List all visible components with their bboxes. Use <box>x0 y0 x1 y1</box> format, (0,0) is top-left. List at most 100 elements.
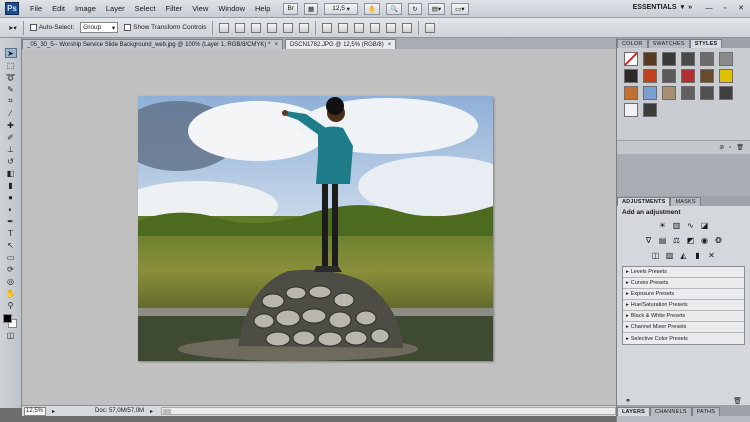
clip-icon[interactable]: ⚭ <box>625 397 631 405</box>
arrange-documents-icon[interactable]: ▤▾ <box>427 2 446 15</box>
menu-select[interactable]: Select <box>130 4 161 13</box>
preset-channel-mixer[interactable]: ▸ Channel Mixer Presets <box>623 322 744 333</box>
type-tool-icon[interactable]: T <box>5 228 17 238</box>
distribute-left-icon[interactable] <box>370 22 381 33</box>
style-swatch[interactable] <box>643 86 657 100</box>
align-bottom-icon[interactable] <box>251 22 262 33</box>
new-style-icon[interactable]: ▫ <box>729 145 731 151</box>
menu-help[interactable]: Help <box>250 4 275 13</box>
hue-saturation-icon[interactable]: ▤ <box>658 235 668 245</box>
preset-selective-color[interactable]: ▸ Selective Color Presets <box>623 333 744 344</box>
invert-icon[interactable]: ◫ <box>651 250 661 260</box>
style-swatch[interactable] <box>662 86 676 100</box>
align-hcenter-icon[interactable] <box>283 22 294 33</box>
3d-orbit-tool-icon[interactable]: ◎ <box>5 276 17 286</box>
move-tool-preset-icon[interactable]: ➤▾ <box>8 24 17 32</box>
horizontal-scrollbar[interactable] <box>161 407 616 415</box>
exposure-icon[interactable]: ◪ <box>700 220 710 230</box>
vibrance-icon[interactable]: ∇ <box>644 235 654 245</box>
bridge-icon[interactable]: Br <box>283 2 298 15</box>
menu-image[interactable]: Image <box>70 4 101 13</box>
tab-styles[interactable]: STYLES <box>689 39 723 48</box>
dodge-tool-icon[interactable]: ◐ <box>5 204 17 214</box>
align-right-icon[interactable] <box>299 22 310 33</box>
style-swatch[interactable] <box>700 52 714 66</box>
tab-paths[interactable]: PATHS <box>691 407 721 416</box>
gradient-tool-icon[interactable]: ▮ <box>5 180 17 190</box>
style-swatch[interactable] <box>643 103 657 117</box>
status-arrow-icon[interactable]: ▸ <box>150 408 153 415</box>
black-white-icon[interactable]: ◩ <box>686 235 696 245</box>
minimize-icon[interactable]: — <box>704 3 714 13</box>
hand-tool-icon[interactable]: ✋ <box>5 288 17 298</box>
view-extras-icon[interactable]: ▦ <box>303 2 319 15</box>
menu-layer[interactable]: Layer <box>101 4 130 13</box>
style-none-swatch[interactable] <box>624 52 638 66</box>
align-left-icon[interactable] <box>267 22 278 33</box>
preset-curves[interactable]: ▸ Curves Presets <box>623 278 744 289</box>
style-swatch[interactable] <box>624 69 638 83</box>
style-swatch[interactable] <box>643 69 657 83</box>
style-swatch[interactable] <box>700 69 714 83</box>
zoom-field[interactable]: 12,5% <box>24 406 46 416</box>
align-top-icon[interactable] <box>219 22 230 33</box>
lasso-tool-icon[interactable]: ➰ <box>5 72 17 82</box>
color-balance-icon[interactable]: ⚖ <box>672 235 682 245</box>
style-swatch[interactable] <box>662 52 676 66</box>
scrollbar-thumb[interactable] <box>163 409 172 414</box>
brightness-contrast-icon[interactable]: ☀ <box>658 220 668 230</box>
pen-tool-icon[interactable]: ✒ <box>5 216 17 226</box>
style-swatch[interactable] <box>681 69 695 83</box>
tab-layers[interactable]: LAYERS <box>617 407 651 416</box>
photo-filter-icon[interactable]: ◉ <box>700 235 710 245</box>
style-swatch[interactable] <box>719 69 733 83</box>
canvas-area[interactable] <box>22 49 616 405</box>
clone-stamp-tool-icon[interactable]: ⊥ <box>5 144 17 154</box>
clear-style-icon[interactable]: ⊘ <box>719 144 724 151</box>
preset-hue-saturation[interactable]: ▸ Hue/Saturation Presets <box>623 300 744 311</box>
style-swatch[interactable] <box>624 103 638 117</box>
maximize-icon[interactable]: ▫ <box>720 3 730 13</box>
tab-color[interactable]: COLOR <box>617 39 648 48</box>
menu-view[interactable]: View <box>187 4 213 13</box>
healing-brush-tool-icon[interactable]: ✚ <box>5 120 17 130</box>
style-swatch[interactable] <box>719 52 733 66</box>
preset-black-white[interactable]: ▸ Black & White Presets <box>623 311 744 322</box>
style-swatch[interactable] <box>700 86 714 100</box>
style-swatch[interactable] <box>681 86 695 100</box>
preset-exposure[interactable]: ▸ Exposure Presets <box>623 289 744 300</box>
quick-mask-icon[interactable]: ◫ <box>5 330 17 340</box>
style-swatch[interactable] <box>681 52 695 66</box>
delete-style-icon[interactable]: 🗑 <box>736 144 744 151</box>
zoom-level-dropdown[interactable]: 12,5 ▾ <box>324 2 359 15</box>
auto-select-option[interactable]: Auto-Select: <box>29 24 74 31</box>
levels-icon[interactable]: ▥ <box>672 220 682 230</box>
3d-rotate-tool-icon[interactable]: ⟳ <box>5 264 17 274</box>
auto-select-dropdown[interactable]: Group ▾ <box>80 22 119 33</box>
show-transform-checkbox[interactable] <box>124 24 132 31</box>
menu-window[interactable]: Window <box>213 4 250 13</box>
history-brush-tool-icon[interactable]: ↺ <box>5 156 17 166</box>
eyedropper-tool-icon[interactable]: ⁄ <box>5 108 17 118</box>
style-swatch[interactable] <box>719 86 733 100</box>
document-image[interactable] <box>138 96 493 361</box>
align-vcenter-icon[interactable] <box>235 22 246 33</box>
close-icon[interactable]: ✕ <box>736 3 746 13</box>
foreground-color-swatch[interactable] <box>2 314 12 323</box>
distribute-top-icon[interactable] <box>322 22 333 33</box>
zoom-tool-icon[interactable]: ⚲ <box>5 300 17 310</box>
shape-tool-icon[interactable]: ▭ <box>5 252 17 262</box>
curves-icon[interactable]: ∿ <box>686 220 696 230</box>
zoom-tool-icon[interactable]: 🔍 <box>386 2 403 15</box>
gradient-map-icon[interactable]: ▮ <box>693 250 703 260</box>
screen-mode-icon[interactable]: ▭▾ <box>451 2 469 15</box>
auto-select-checkbox[interactable] <box>29 24 37 31</box>
hand-tool-icon[interactable]: ✋ <box>364 2 381 15</box>
workspace-switcher[interactable]: ESSENTIALS ▾ » <box>633 3 692 12</box>
move-tool-icon[interactable]: ➤ <box>4 48 17 58</box>
path-selection-tool-icon[interactable]: ↖ <box>5 240 17 250</box>
tab-swatches[interactable]: SWATCHES <box>647 39 690 48</box>
style-swatch[interactable] <box>643 52 657 66</box>
delete-icon[interactable]: 🗑 <box>733 397 742 405</box>
status-menu-icon[interactable]: ▸ <box>52 408 55 415</box>
